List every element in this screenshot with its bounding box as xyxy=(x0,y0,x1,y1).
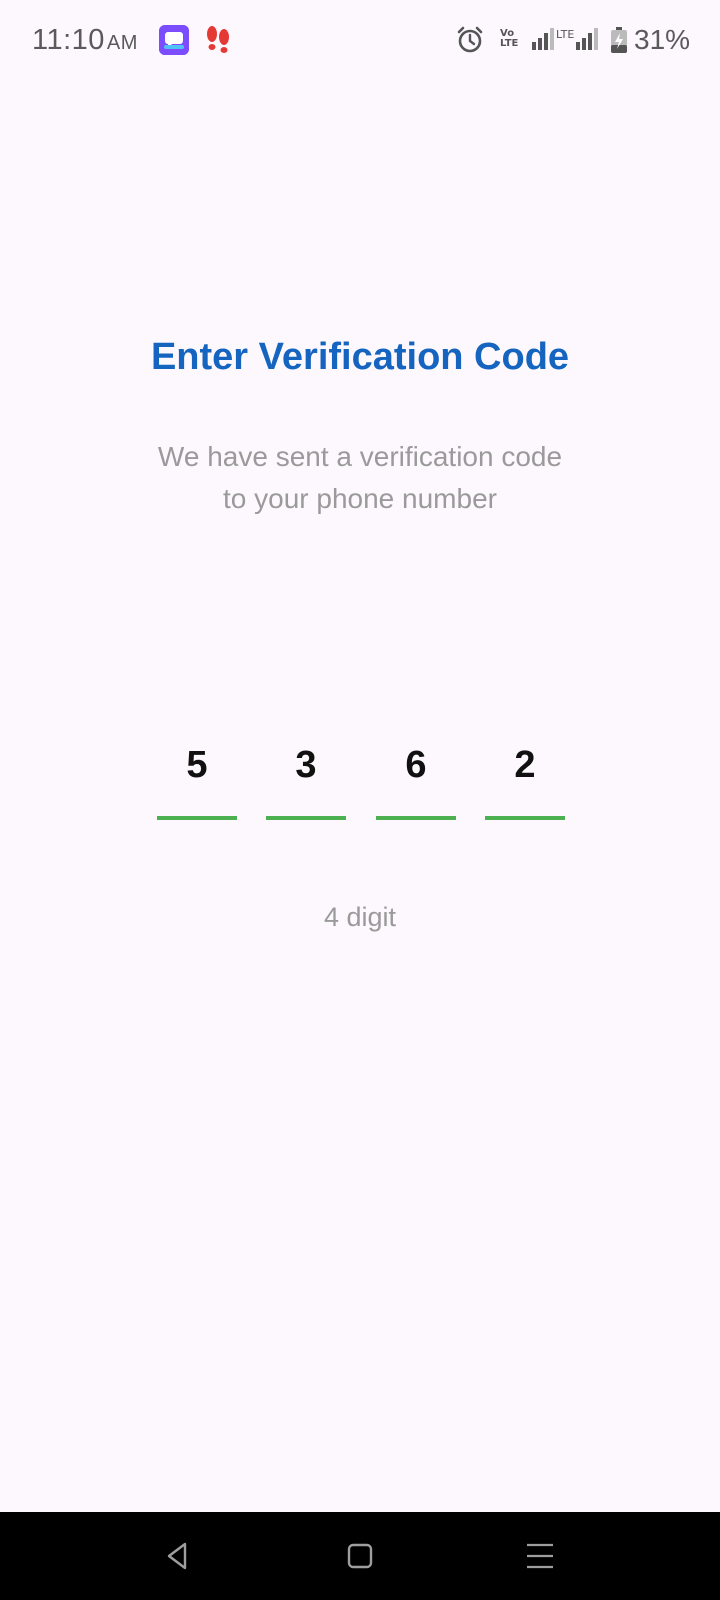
volte-bottom-label: LTE xyxy=(500,38,519,49)
subtitle: We have sent a verification code to your… xyxy=(110,436,610,520)
code-underline-4 xyxy=(485,816,565,820)
back-icon[interactable] xyxy=(158,1536,198,1576)
code-digit-4: 2 xyxy=(514,744,536,786)
status-time: 11:10 AM xyxy=(32,24,138,57)
status-time-ampm: AM xyxy=(106,32,138,54)
code-digit-field-2[interactable]: 3 xyxy=(266,740,346,820)
signal-icon xyxy=(532,28,554,55)
home-icon[interactable] xyxy=(340,1536,380,1576)
recents-icon[interactable] xyxy=(520,1536,560,1576)
digit-count-hint: 4 digit xyxy=(323,902,397,932)
verification-code-input: 5 3 6 2 xyxy=(0,740,720,820)
subtitle-line-2: to your phone number xyxy=(223,483,497,514)
alarm-icon xyxy=(456,26,484,59)
code-underline-1 xyxy=(157,816,237,820)
code-digit-3: 6 xyxy=(405,744,427,786)
battery-percentage: 31% xyxy=(634,24,691,55)
code-digit-field-1[interactable]: 5 xyxy=(157,740,237,820)
code-digit-1: 5 xyxy=(186,744,208,786)
volte-icon: Vo LTE xyxy=(500,29,518,49)
code-digit-2: 3 xyxy=(295,744,317,786)
lte-label: LTE xyxy=(556,28,575,41)
messaging-notification-icon xyxy=(159,25,189,55)
battery-charging-icon xyxy=(611,27,627,58)
lte-signal-icon xyxy=(576,28,598,55)
steps-notification-icon xyxy=(205,24,231,56)
page-title: Enter Verification Code xyxy=(150,336,570,378)
navigation-bar xyxy=(0,1512,720,1600)
code-digit-field-4[interactable]: 2 xyxy=(485,740,565,820)
status-bar: 11:10 AM Vo LTE LTE 31% xyxy=(0,0,720,84)
code-underline-3 xyxy=(376,816,456,820)
code-digit-field-3[interactable]: 6 xyxy=(376,740,456,820)
status-time-value: 11:10 xyxy=(32,24,105,56)
code-underline-2 xyxy=(266,816,346,820)
subtitle-line-1: We have sent a verification code xyxy=(157,441,563,472)
